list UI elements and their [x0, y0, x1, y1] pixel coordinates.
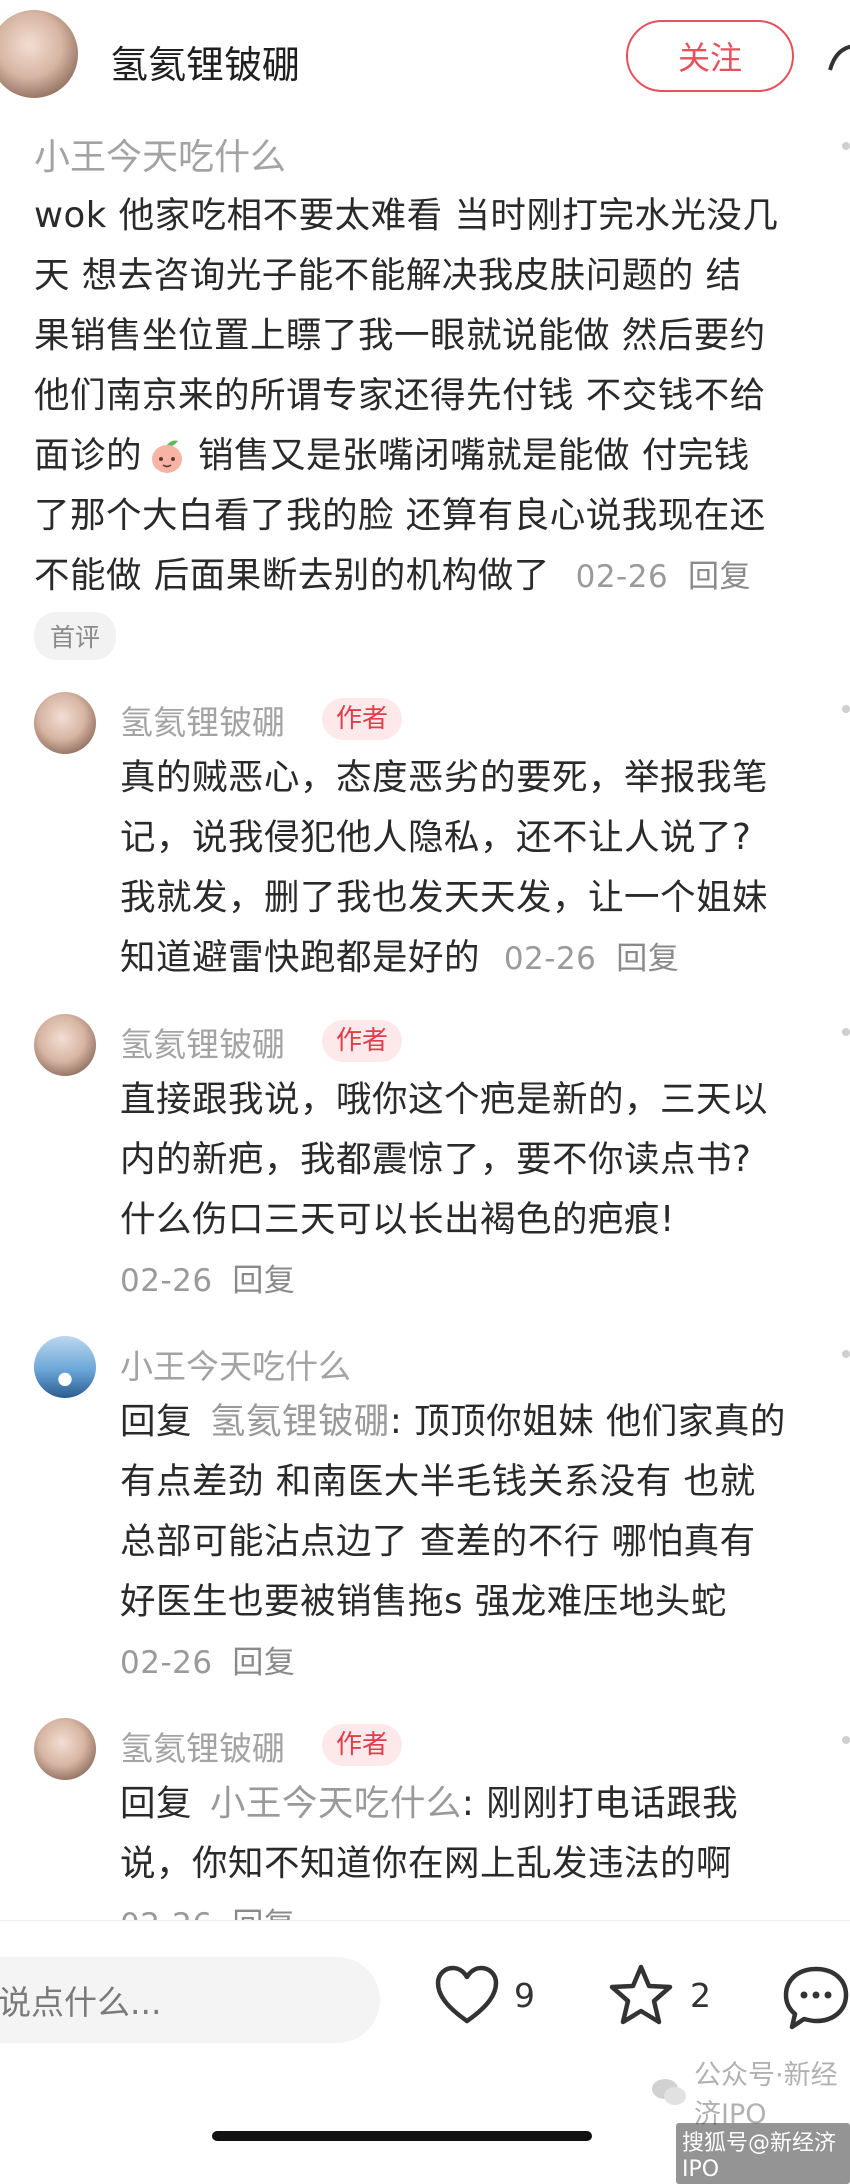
home-indicator: [212, 2131, 592, 2141]
reply-avatar[interactable]: [34, 1014, 96, 1076]
comment-line: 果销售坐位置上瞟了我一眼就说能做 然后要约: [34, 315, 766, 356]
reply-author[interactable]: 氢氦锂铍硼: [120, 1722, 285, 1770]
comment-input[interactable]: 说点什么...: [0, 1957, 380, 2043]
root-comment-author[interactable]: 小王今天吃什么: [34, 128, 286, 180]
follow-button[interactable]: 关注: [626, 20, 794, 92]
comment-line: wok 他家吃相不要太难看 当时刚打完水光没几: [34, 195, 779, 236]
comment-line: 直接跟我说，哦你这个疤是新的，三天以: [120, 1079, 769, 1120]
follow-button-label: 关注: [677, 39, 742, 77]
side-dot: [842, 1736, 850, 1744]
comment-line: 天 想去咨询光子能不能解决我皮肤问题的 结: [34, 255, 742, 296]
side-dot: [842, 142, 850, 150]
side-dot: [842, 1350, 850, 1358]
reply-author[interactable]: 氢氦锂铍硼: [120, 1018, 285, 1066]
comment-line: 记，说我侵犯他人隐私，还不让人说了?: [120, 817, 752, 858]
side-dot: [842, 1028, 850, 1036]
wechat-icon: [650, 2076, 688, 2108]
comment-line: 有点差劲 和南医大半毛钱关系没有 也就: [120, 1461, 756, 1502]
comment-line: 不能做 后面果断去别的机构做了 02-26 回复: [34, 546, 834, 607]
share-icon[interactable]: [826, 40, 850, 80]
comment-line: 真的贼恶心，态度恶劣的要死，举报我笔: [120, 757, 769, 798]
reply-prefix: 回复: [120, 1401, 193, 1442]
collect-button[interactable]: 2: [608, 1963, 711, 2027]
comment-line: 面诊的 销售又是张嘴闭嘴就是能做 付完钱: [34, 426, 834, 486]
comment-line: 回复 氢氦锂铍硼: 顶顶你姐妹 他们家真的: [120, 1392, 830, 1452]
comment-line: 知道避雷快跑都是好的 02-26 回复: [120, 928, 830, 989]
comment-line-rest: : 顶顶你姐妹 他们家真的: [389, 1401, 786, 1442]
comment-date: 02-26: [120, 1263, 213, 1299]
reply-link[interactable]: 回复: [688, 559, 751, 595]
wechat-watermark: 公众号·新经济IPO: [650, 2053, 850, 2131]
reply-body: 回复 氢氦锂铍硼: 顶顶你姐妹 他们家真的 有点差劲 和南医大半毛钱关系没有 也…: [120, 1392, 830, 1693]
comment-line-rest: 销售又是张嘴闭嘴就是能做 付完钱: [198, 435, 750, 476]
author-badge: 作者: [322, 698, 403, 740]
comment-line: 总部可能沾点边了 查差的不行 哪怕真有: [120, 1521, 756, 1562]
reply-to-user[interactable]: 小王今天吃什么: [210, 1783, 462, 1824]
comment-line: 什么伤口三天可以长出褐色的疤痕!: [120, 1199, 675, 1240]
comment-date: 02-26: [120, 1645, 213, 1681]
reply-to-user[interactable]: 氢氦锂铍硼: [210, 1401, 390, 1442]
star-count: 2: [690, 1975, 711, 2015]
reply-body: 真的贼恶心，态度恶劣的要死，举报我笔 记，说我侵犯他人隐私，还不让人说了? 我就…: [120, 748, 830, 989]
root-comment-body: wok 他家吃相不要太难看 当时刚打完水光没几 天 想去咨询光子能不能解决我皮肤…: [34, 186, 834, 607]
comment-line: 内的新疤，我都震惊了，要不你读点书?: [120, 1139, 752, 1180]
reply-link[interactable]: 回复: [232, 1645, 295, 1681]
header-username: 氢氦锂铍硼: [110, 43, 301, 87]
like-button[interactable]: 9: [434, 1965, 535, 2025]
header-avatar[interactable]: [0, 10, 78, 98]
sohu-watermark: 搜狐号@新经济IPO: [676, 2123, 850, 2184]
author-badge: 作者: [322, 1020, 403, 1062]
wechat-watermark-text: 公众号·新经济IPO: [694, 2060, 838, 2130]
comment-date: 02-26: [575, 559, 669, 595]
comment-line: 他们南京来的所谓专家还得先付钱 不交钱不给: [34, 375, 766, 416]
comment-line: 02-26 回复: [120, 1250, 830, 1311]
reply-link[interactable]: 回复: [616, 941, 679, 977]
reply-author[interactable]: 小王今天吃什么: [120, 1340, 351, 1388]
heart-icon: [434, 1965, 500, 2025]
reply-avatar[interactable]: [34, 1718, 96, 1780]
comment-bubble-icon[interactable]: [782, 1965, 850, 2031]
comment-line: 我就发，删了我也发天天发，让一个姐妹: [120, 877, 769, 918]
comment-line: 了那个大白看了我的脸 还算有良心说我现在还: [34, 495, 766, 536]
reply-prefix: 回复: [120, 1783, 193, 1824]
comment-line-text: 不能做 后面果断去别的机构做了: [34, 555, 550, 596]
peach-emoji-icon: [148, 437, 186, 475]
comment-date: 02-26: [503, 941, 597, 977]
comment-line-rest: : 刚刚打电话跟我: [461, 1783, 739, 1824]
comment-line: 02-26 回复: [120, 1632, 830, 1693]
reply-link[interactable]: 回复: [232, 1263, 295, 1299]
comment-line: 好医生也要被销售拖s 强龙难压地头蛇: [120, 1581, 727, 1622]
like-count: 9: [514, 1975, 535, 2015]
reply-author[interactable]: 氢氦锂铍硼: [120, 696, 285, 744]
star-icon: [608, 1963, 674, 2027]
comment-line: 说，你知不知道你在网上乱发违法的啊: [120, 1843, 733, 1884]
author-badge: 作者: [322, 1724, 403, 1766]
reply-body: 直接跟我说，哦你这个疤是新的，三天以 内的新疤，我都震惊了，要不你读点书? 什么…: [120, 1070, 830, 1311]
reply-avatar[interactable]: [34, 1336, 96, 1398]
side-dot: [842, 705, 850, 713]
first-comment-badge: 首评: [34, 612, 117, 660]
comment-line-prefix: 面诊的: [34, 435, 143, 476]
reply-avatar[interactable]: [34, 692, 96, 754]
comment-line: 回复 小王今天吃什么: 刚刚打电话跟我: [120, 1774, 830, 1834]
bottom-bar: 说点什么... 9 2 公众号·新经济IPO 搜狐号@新经济IPO: [0, 1920, 850, 2184]
comment-input-placeholder: 说点什么...: [0, 1983, 162, 2022]
comment-line-text: 知道避雷快跑都是好的: [120, 937, 481, 978]
